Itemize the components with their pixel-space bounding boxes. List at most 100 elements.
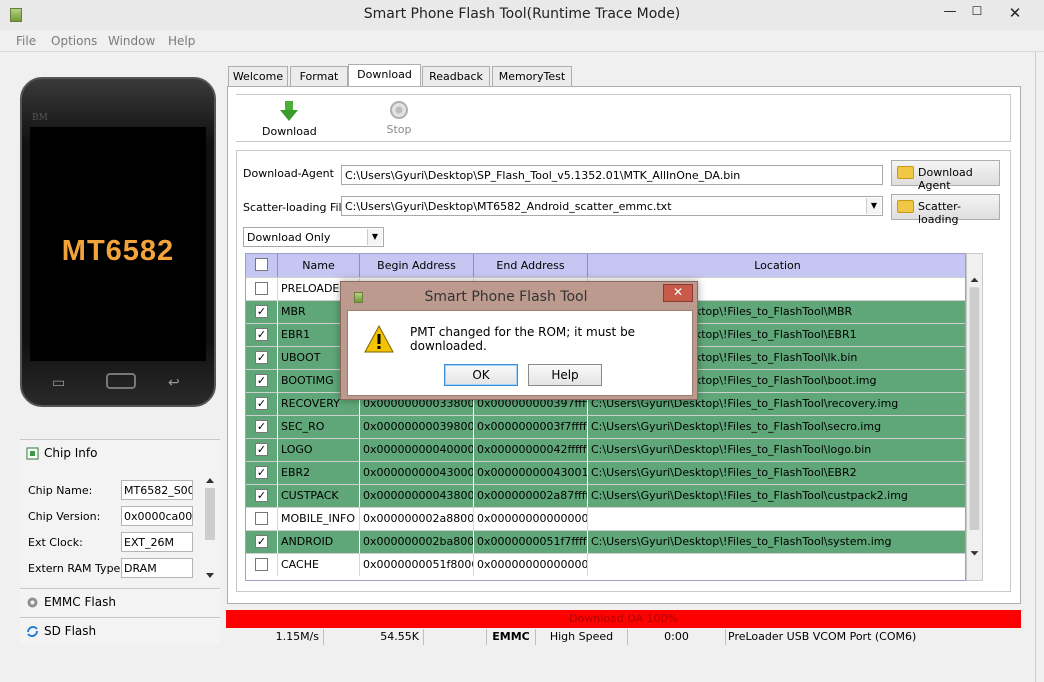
table-row[interactable]: CACHE0x0000000051f800000x000000000000000… (246, 553, 965, 576)
frame-edge (1035, 52, 1036, 682)
dialog-body: PMT changed for the ROM; it must be down… (347, 310, 693, 396)
table-row[interactable]: ✓ EBR20x00000000043000000x00000000043001f… (246, 461, 965, 484)
row-checkbox-cell: ✓ (246, 370, 278, 392)
help-button[interactable]: Help (528, 364, 602, 386)
chip-version-value: 0x0000ca00 (121, 506, 193, 526)
row-checkbox[interactable]: ✓ (255, 535, 268, 548)
row-checkbox[interactable]: ✓ (255, 351, 268, 364)
dialog-close-button[interactable]: ✕ (663, 284, 693, 302)
chip-info-header[interactable]: Chip Info (20, 439, 220, 467)
phone-chip-label: MT6582 (61, 235, 175, 267)
menu-options[interactable]: Options (51, 34, 97, 48)
row-checkbox[interactable] (255, 558, 268, 571)
row-checkbox[interactable]: ✓ (255, 374, 268, 387)
row-checkbox[interactable]: ✓ (255, 328, 268, 341)
cell-end: 0x000000002a87ffff (474, 485, 588, 507)
tab-download[interactable]: Download (348, 64, 421, 88)
chip-info-scrollbar[interactable] (203, 475, 217, 583)
row-checkbox[interactable]: ✓ (255, 489, 268, 502)
ok-button[interactable]: OK (444, 364, 518, 386)
status-speed: 1.15M/s (226, 629, 324, 645)
menu-file[interactable]: File (16, 34, 36, 48)
chip-info-icon (26, 447, 39, 460)
header-begin-address[interactable]: Begin Address (360, 254, 474, 277)
header-location[interactable]: Location (588, 254, 965, 277)
cell-name: MOBILE_INFO (278, 508, 360, 530)
row-checkbox[interactable]: ✓ (255, 466, 268, 479)
row-checkbox-cell: ✓ (246, 462, 278, 484)
stop-tool-button[interactable]: Stop (378, 100, 420, 136)
row-checkbox-cell: ✓ (246, 416, 278, 438)
chip-name-label: Chip Name: (28, 484, 93, 497)
minimize-button[interactable]: — (940, 4, 960, 19)
row-checkbox-cell: ✓ (246, 439, 278, 461)
dialog-message: PMT changed for the ROM; it must be down… (410, 325, 636, 353)
mode-select[interactable]: Download Only ▼ (243, 227, 384, 247)
header-select-all[interactable] (246, 254, 278, 277)
row-checkbox[interactable]: ✓ (255, 420, 268, 433)
cell-begin: 0x0000000051f80000 (360, 554, 474, 576)
table-row[interactable]: ✓ LOGO0x00000000040000000x00000000042ffff… (246, 438, 965, 461)
folder-icon (897, 166, 914, 179)
phone-image: BM MT6582 ▭ ↩ (20, 77, 216, 407)
sd-flash-label: SD Flash (44, 624, 97, 638)
extern-ram-label: Extern RAM Type: (28, 562, 125, 575)
select-all-checkbox[interactable] (255, 258, 268, 271)
maximize-button[interactable]: ☐ (967, 4, 987, 18)
table-row[interactable]: MOBILE_INFO0x000000002a8800000x000000000… (246, 507, 965, 530)
cell-location (588, 508, 965, 530)
row-checkbox-cell (246, 508, 278, 530)
cell-name: EBR2 (278, 462, 360, 484)
chip-name-value: MT6582_S00 (121, 480, 193, 500)
download-agent-button[interactable]: Download Agent (891, 160, 1000, 192)
tab-readback[interactable]: Readback (422, 66, 490, 86)
row-checkbox-cell: ✓ (246, 347, 278, 369)
gear-icon (27, 597, 38, 608)
cell-location: C:\Users\Gyuri\Desktop\!Files_to_FlashTo… (588, 439, 965, 461)
row-checkbox[interactable] (255, 512, 268, 525)
table-scrollbar[interactable] (966, 253, 983, 581)
download-agent-field[interactable]: C:\Users\Gyuri\Desktop\SP_Flash_Tool_v5.… (341, 165, 883, 185)
tab-memorytest[interactable]: MemoryTest (492, 66, 572, 86)
table-row[interactable]: ✓ SEC_RO0x00000000039800000x0000000003f7f… (246, 415, 965, 438)
chevron-down-icon[interactable]: ▼ (866, 198, 881, 214)
header-end-address[interactable]: End Address (474, 254, 588, 277)
row-checkbox[interactable]: ✓ (255, 305, 268, 318)
chip-name-row: Chip Name: MT6582_S00 (28, 480, 198, 502)
chip-version-row: Chip Version: 0x0000ca00 (28, 506, 198, 528)
download-tool-label: Download (262, 125, 317, 138)
download-tool-button[interactable]: Download (262, 100, 317, 138)
refresh-icon (27, 626, 38, 637)
scatter-file-label: Scatter-loading File (243, 201, 349, 214)
close-button[interactable]: ✕ (1000, 4, 1030, 22)
row-checkbox[interactable]: ✓ (255, 397, 268, 410)
scatter-loading-button[interactable]: Scatter-loading (891, 194, 1000, 226)
menu-help[interactable]: Help (168, 34, 195, 48)
row-checkbox-cell (246, 278, 278, 300)
emmc-flash-header[interactable]: EMMC Flash (20, 588, 220, 616)
menu-window[interactable]: Window (108, 34, 155, 48)
table-row[interactable]: ✓ ANDROID0x000000002ba800000x0000000051f7… (246, 530, 965, 553)
tab-format[interactable]: Format (290, 66, 348, 86)
header-name[interactable]: Name (278, 254, 360, 277)
window-title: Smart Phone Flash Tool(Runtime Trace Mod… (363, 6, 681, 22)
download-arrow-icon (280, 101, 298, 121)
cell-begin: 0x000000002a880000 (360, 508, 474, 530)
status-time: 0:00 (628, 629, 726, 645)
row-checkbox[interactable]: ✓ (255, 443, 268, 456)
menu-bar: File Options Window Help (0, 30, 1044, 52)
download-toolbar (236, 94, 1011, 142)
tab-welcome[interactable]: Welcome (228, 66, 288, 86)
scatter-file-select[interactable]: C:\Users\Gyuri\Desktop\MT6582_Android_sc… (341, 196, 883, 216)
row-checkbox[interactable] (255, 282, 268, 295)
chevron-down-icon[interactable]: ▼ (367, 229, 382, 245)
scatter-loading-button-label: Scatter-loading (918, 200, 961, 226)
status-mode: High Speed (536, 629, 628, 645)
extern-ram-value: DRAM (121, 558, 193, 578)
status-bar: 1.15M/s 54.55K EMMC High Speed 0:00 PreL… (226, 629, 1021, 645)
sd-flash-header[interactable]: SD Flash (20, 617, 220, 645)
cell-name: LOGO (278, 439, 360, 461)
table-row[interactable]: ✓ CUSTPACK0x00000000043800000x000000002a8… (246, 484, 965, 507)
row-checkbox-cell: ✓ (246, 324, 278, 346)
folder-icon (897, 200, 914, 213)
